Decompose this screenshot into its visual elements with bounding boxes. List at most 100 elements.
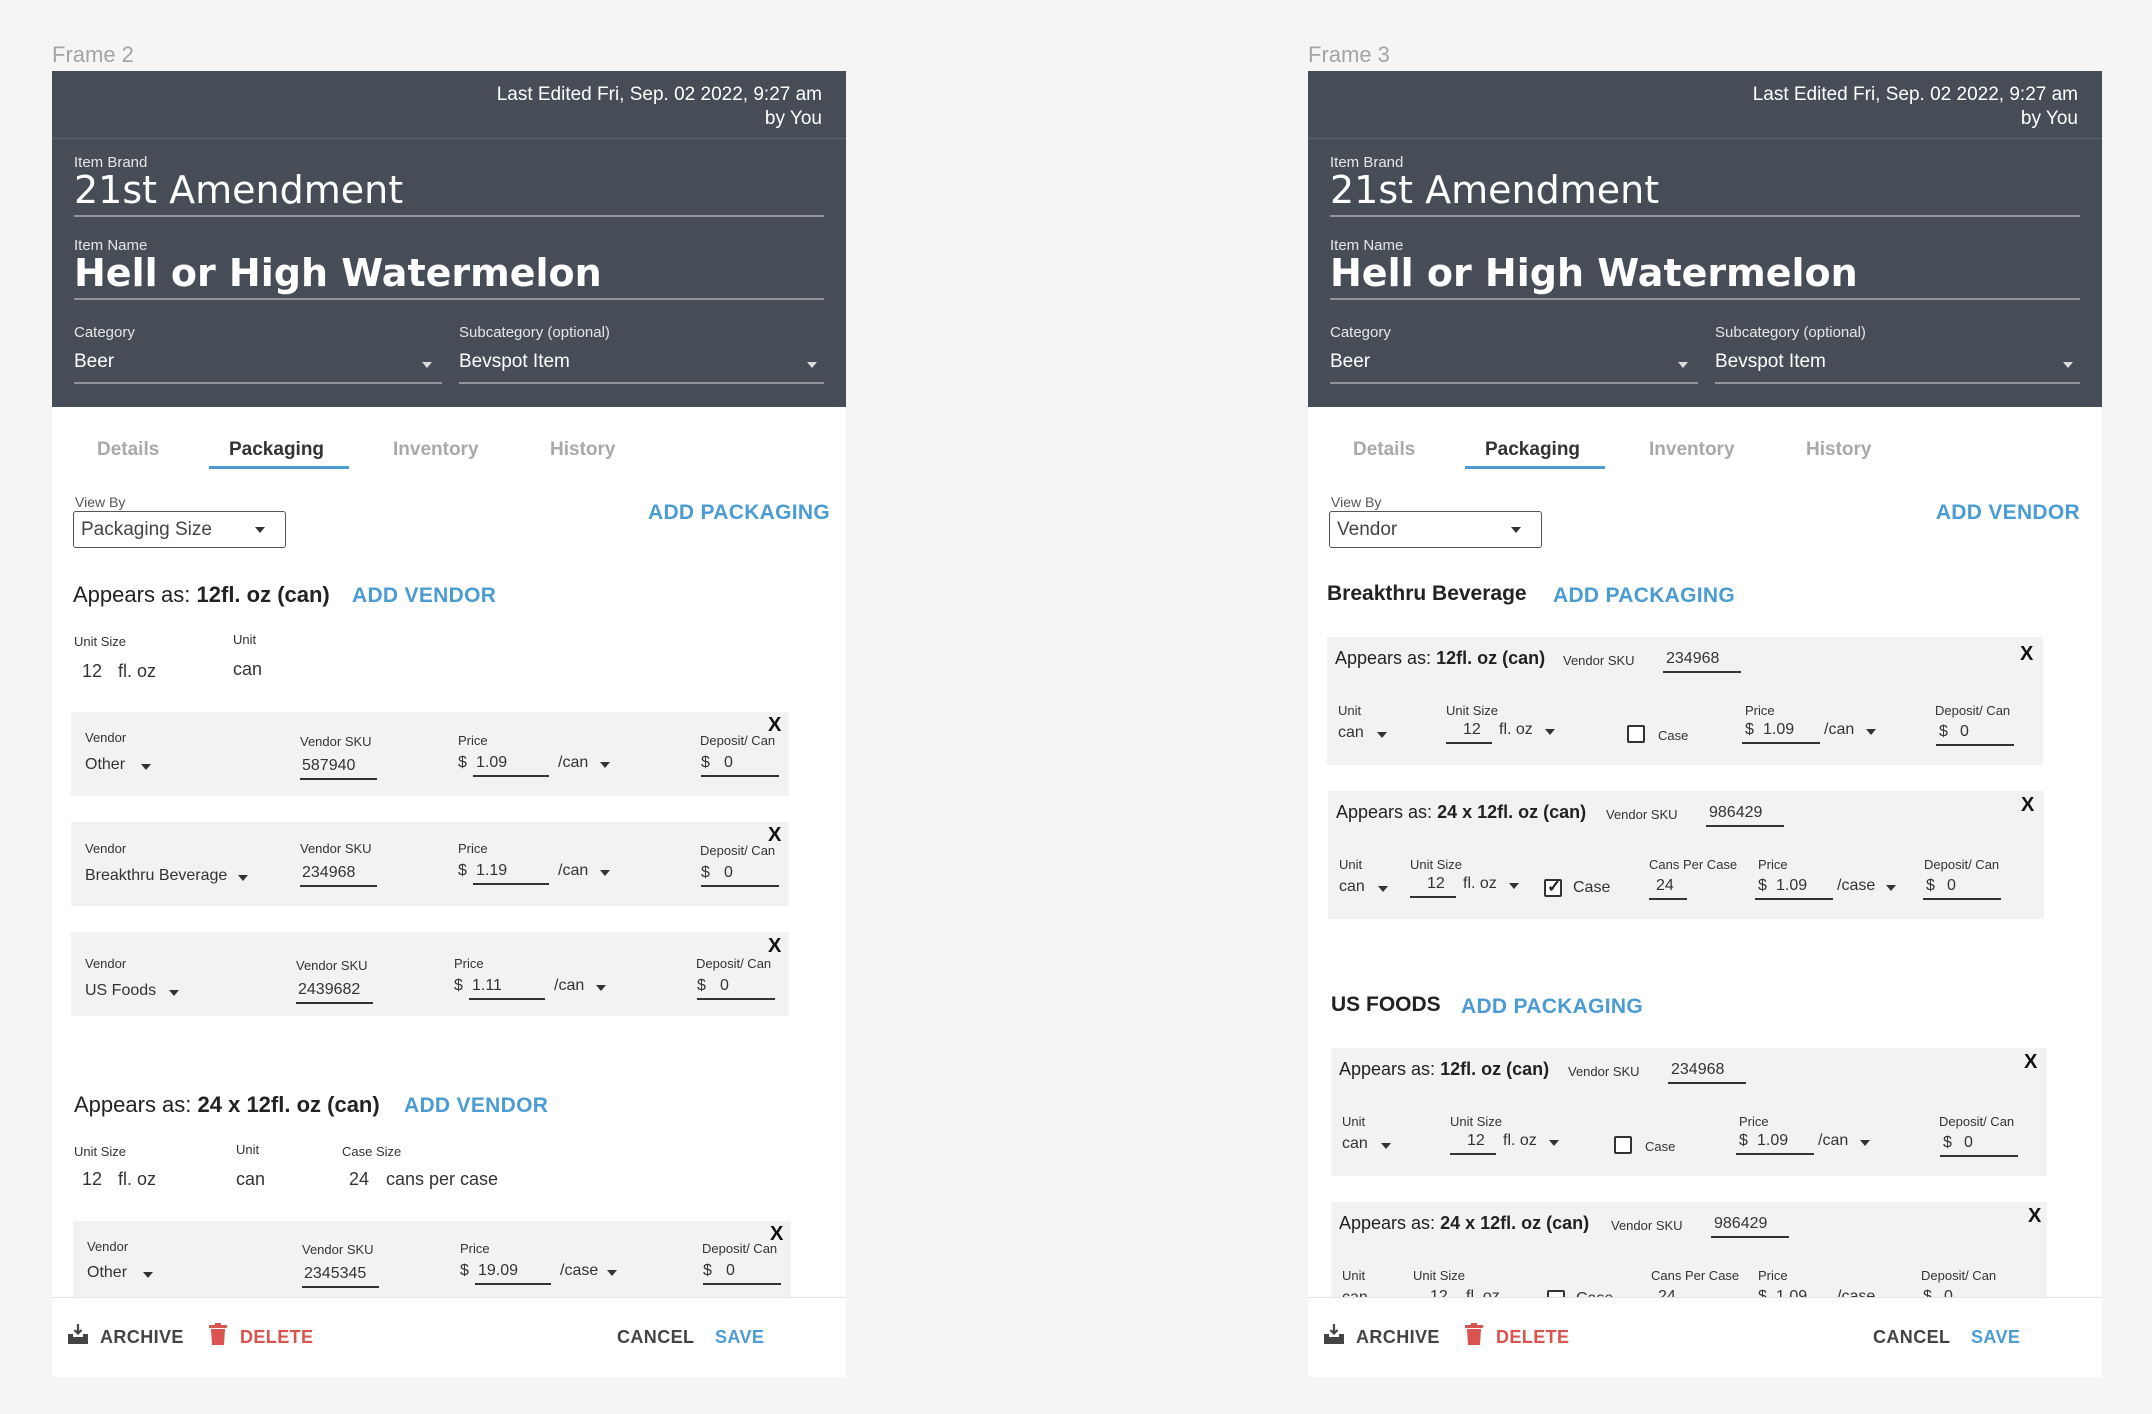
price-unit-select[interactable]: /can: [1818, 1132, 1848, 1150]
remove-packaging-button[interactable]: X: [2021, 794, 2034, 817]
deposit-input[interactable]: 0: [720, 977, 729, 995]
chevron-down-icon[interactable]: [238, 875, 248, 881]
chevron-down-icon[interactable]: [600, 762, 610, 768]
case-checkbox[interactable]: [1614, 1136, 1632, 1154]
chevron-down-icon[interactable]: [1886, 885, 1896, 891]
save-button[interactable]: SAVE: [715, 1327, 764, 1348]
vendor-sku-input[interactable]: 986429: [1714, 1215, 1767, 1233]
case-checkbox[interactable]: [1627, 725, 1645, 743]
remove-packaging-button[interactable]: X: [2028, 1205, 2041, 1228]
save-button[interactable]: SAVE: [1971, 1327, 2020, 1348]
case-checkbox[interactable]: [1544, 877, 1562, 897]
deposit-input[interactable]: 0: [724, 754, 733, 772]
unit-size-unit-select[interactable]: fl. oz: [1463, 875, 1497, 893]
remove-vendor-button[interactable]: X: [770, 1223, 783, 1246]
item-name-field[interactable]: Hell or High Watermelon: [1330, 251, 1858, 295]
vendor-select[interactable]: Breakthru Beverage: [85, 867, 227, 885]
deposit-input[interactable]: 0: [1964, 1134, 1973, 1152]
archive-icon[interactable]: [1322, 1322, 1346, 1346]
add-vendor-button[interactable]: ADD VENDOR: [352, 584, 496, 608]
chevron-down-icon[interactable]: [1549, 1140, 1559, 1146]
delete-button[interactable]: DELETE: [1496, 1327, 1569, 1348]
unit-size-input[interactable]: 12: [1427, 875, 1445, 893]
remove-vendor-button[interactable]: X: [768, 935, 781, 958]
deposit-input[interactable]: 0: [724, 864, 733, 882]
chevron-down-icon[interactable]: [807, 362, 817, 368]
tab-history[interactable]: History: [550, 439, 615, 461]
chevron-down-icon[interactable]: [1509, 883, 1519, 889]
add-vendor-button[interactable]: ADD VENDOR: [404, 1094, 548, 1118]
vendor-sku-input[interactable]: 986429: [1709, 804, 1762, 822]
chevron-down-icon[interactable]: [1381, 1143, 1391, 1149]
trash-icon[interactable]: [1465, 1323, 1483, 1345]
price-input[interactable]: 1.19: [476, 862, 507, 880]
price-unit-select[interactable]: /can: [554, 977, 584, 995]
archive-button[interactable]: ARCHIVE: [1356, 1327, 1440, 1348]
tab-details[interactable]: Details: [1353, 439, 1415, 461]
view-by-select[interactable]: Packaging Size: [73, 511, 286, 548]
archive-icon[interactable]: [66, 1322, 90, 1346]
add-packaging-button[interactable]: ADD PACKAGING: [1553, 584, 1735, 608]
item-name-field[interactable]: Hell or High Watermelon: [74, 251, 602, 295]
unit-size-unit-select[interactable]: fl. oz: [1499, 721, 1533, 739]
remove-vendor-button[interactable]: X: [768, 714, 781, 737]
vendor-select[interactable]: Other: [87, 1264, 127, 1282]
vendor-sku-input[interactable]: 2439682: [298, 981, 360, 999]
chevron-down-icon[interactable]: [141, 764, 151, 770]
category-select[interactable]: Beer: [1330, 351, 1370, 373]
remove-vendor-button[interactable]: X: [768, 824, 781, 847]
unit-select[interactable]: can: [1338, 724, 1364, 742]
vendor-sku-input[interactable]: 234968: [302, 864, 355, 882]
chevron-down-icon[interactable]: [1545, 729, 1555, 735]
chevron-down-icon[interactable]: [2063, 362, 2073, 368]
unit-select[interactable]: can: [1339, 878, 1365, 896]
chevron-down-icon[interactable]: [1866, 729, 1876, 735]
price-unit-select[interactable]: /case: [560, 1262, 598, 1280]
view-by-select[interactable]: Vendor: [1329, 511, 1542, 548]
vendor-select[interactable]: Other: [85, 756, 125, 774]
vendor-select[interactable]: US Foods: [85, 982, 156, 1000]
tab-packaging[interactable]: Packaging: [1485, 439, 1580, 461]
unit-size-unit-select[interactable]: fl. oz: [1503, 1132, 1537, 1150]
tab-packaging[interactable]: Packaging: [229, 439, 324, 461]
tab-inventory[interactable]: Inventory: [1649, 439, 1735, 461]
deposit-input[interactable]: 0: [1947, 877, 1956, 895]
price-unit-select[interactable]: /can: [558, 862, 588, 880]
add-packaging-button[interactable]: ADD PACKAGING: [1461, 995, 1643, 1019]
price-input[interactable]: 1.09: [476, 754, 507, 772]
tab-history[interactable]: History: [1806, 439, 1871, 461]
chevron-down-icon[interactable]: [1378, 886, 1388, 892]
cancel-button[interactable]: CANCEL: [617, 1327, 694, 1348]
chevron-down-icon[interactable]: [607, 1270, 617, 1276]
unit-size-input[interactable]: 12: [1463, 721, 1481, 739]
add-packaging-button[interactable]: ADD PACKAGING: [648, 501, 830, 525]
subcategory-select[interactable]: Bevspot Item: [459, 351, 570, 373]
vendor-sku-input[interactable]: 587940: [302, 757, 355, 775]
price-input[interactable]: 1.09: [1763, 721, 1794, 739]
cans-per-case-input[interactable]: 24: [1656, 877, 1674, 895]
price-input[interactable]: 19.09: [478, 1262, 518, 1280]
subcategory-select[interactable]: Bevspot Item: [1715, 351, 1826, 373]
delete-button[interactable]: DELETE: [240, 1327, 313, 1348]
chevron-down-icon[interactable]: [1377, 732, 1387, 738]
price-unit-select[interactable]: /case: [1837, 877, 1875, 895]
brand-field[interactable]: 21st Amendment: [1330, 168, 1659, 212]
add-vendor-button[interactable]: ADD VENDOR: [1936, 501, 2080, 525]
remove-packaging-button[interactable]: X: [2020, 643, 2033, 666]
deposit-input[interactable]: 0: [726, 1262, 735, 1280]
chevron-down-icon[interactable]: [1678, 362, 1688, 368]
vendor-sku-input[interactable]: 2345345: [304, 1265, 366, 1283]
tab-inventory[interactable]: Inventory: [393, 439, 479, 461]
cancel-button[interactable]: CANCEL: [1873, 1327, 1950, 1348]
chevron-down-icon[interactable]: [596, 985, 606, 991]
unit-size-input[interactable]: 12: [1467, 1132, 1485, 1150]
price-unit-select[interactable]: /can: [1824, 721, 1854, 739]
chevron-down-icon[interactable]: [169, 990, 179, 996]
price-input[interactable]: 1.11: [472, 977, 502, 995]
tab-details[interactable]: Details: [97, 439, 159, 461]
chevron-down-icon[interactable]: [600, 870, 610, 876]
chevron-down-icon[interactable]: [143, 1272, 153, 1278]
brand-field[interactable]: 21st Amendment: [74, 168, 403, 212]
chevron-down-icon[interactable]: [422, 362, 432, 368]
vendor-sku-input[interactable]: 234968: [1671, 1061, 1724, 1079]
